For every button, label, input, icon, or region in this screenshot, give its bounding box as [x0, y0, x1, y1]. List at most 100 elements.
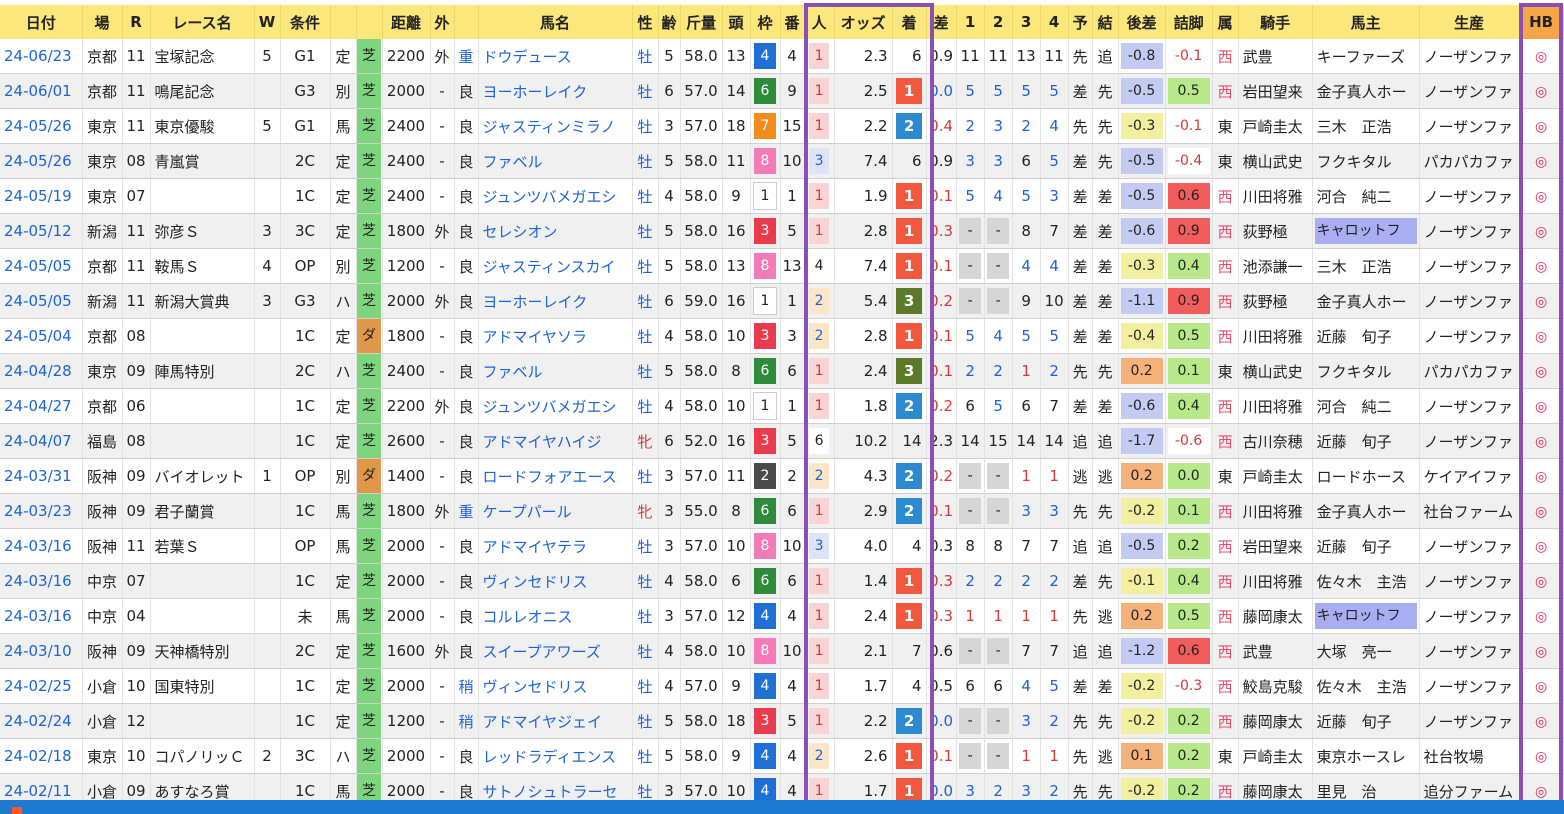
header-corner-3[interactable]: 3: [1012, 5, 1041, 39]
header-corner-4[interactable]: 4: [1040, 5, 1069, 39]
horse-name-link[interactable]: ヨーホーレイク: [478, 283, 633, 319]
race-date-link[interactable]: 24-04/07: [0, 423, 83, 459]
header-prediction[interactable]: 予: [1068, 5, 1093, 39]
header-distance[interactable]: 距離: [382, 5, 431, 39]
horse-name-link[interactable]: セレシオン: [478, 213, 633, 249]
header-diff[interactable]: 差: [926, 5, 957, 39]
race-date-link[interactable]: 24-05/05: [0, 283, 83, 319]
header-race-no[interactable]: R: [122, 5, 151, 39]
header-outer[interactable]: 外: [430, 5, 455, 39]
header-odds[interactable]: オッズ: [834, 5, 893, 39]
header-track[interactable]: [356, 5, 383, 39]
horse-name-link[interactable]: ジュンツバメガエシ: [478, 388, 633, 424]
table-row[interactable]: 24-05/04 京都 08 1C 定ダ 1800- 良アドマイヤソラ牡 4 58.0 10 3 3 2…: [0, 318, 1564, 354]
table-row[interactable]: 24-03/10 阪神 09 天神橋特別 2C 定芝 1600 外良スイープアワーズ牡 4 58.…: [0, 633, 1564, 669]
horse-name-link[interactable]: ケープパール: [478, 493, 633, 529]
race-date-link[interactable]: 24-05/12: [0, 213, 83, 249]
header-owner[interactable]: 馬主: [1312, 5, 1420, 39]
header-hb[interactable]: HB: [1519, 5, 1564, 39]
header-date[interactable]: 日付: [0, 5, 83, 39]
header-frame[interactable]: 枠: [750, 5, 781, 39]
race-date-link[interactable]: 24-06/01: [0, 73, 83, 109]
header-corner-1[interactable]: 1: [956, 5, 985, 39]
race-date-link[interactable]: 24-03/16: [0, 563, 83, 599]
table-row[interactable]: 24-05/12 新潟 11 弥彦Ｓ 3 3C 定芝 1800 外良セレシオン牡 5 58.0 16 3…: [0, 213, 1564, 249]
header-w[interactable]: W: [254, 5, 281, 39]
header-age[interactable]: 齢: [658, 5, 681, 39]
table-row[interactable]: 24-05/26 東京 08 青嵐賞 2C 定芝 2400- 良ファベル牡 5 58.0 11 8 10…: [0, 143, 1564, 179]
race-date-link[interactable]: 24-05/05: [0, 248, 83, 284]
header-going[interactable]: [454, 5, 479, 39]
horse-name-link[interactable]: コルレオニス: [478, 598, 633, 634]
race-date-link[interactable]: 24-06/23: [0, 39, 83, 74]
table-row[interactable]: 24-04/07 福島 08 1C 定芝 2600- 良アドマイヤハイジ牝 6 52.0 16 3 5…: [0, 423, 1564, 459]
header-sex[interactable]: 性: [632, 5, 659, 39]
race-date-link[interactable]: 24-02/18: [0, 738, 83, 774]
horse-name-link[interactable]: ヨーホーレイク: [478, 73, 633, 109]
table-row[interactable]: 24-03/31 阪神 09 バイオレット 1 OP 別ダ 1400- 良ロードフォアエース牡 3…: [0, 458, 1564, 494]
race-date-link[interactable]: 24-03/16: [0, 598, 83, 634]
table-row[interactable]: 24-04/27 京都 06 1C 定芝 2200 外良ジュンツバメガエシ牡 4 58.0 10 1…: [0, 388, 1564, 424]
table-row[interactable]: 24-02/25 小倉 10 国東特別 1C 定芝 2000- 稍ヴィンセドリス牡 4 57.0 9…: [0, 668, 1564, 704]
race-date-link[interactable]: 24-03/16: [0, 528, 83, 564]
table-row[interactable]: 24-03/16 阪神 11 若葉Ｓ OP 馬芝 2000- 良アドマイヤテラ牡 3 57.0 10…: [0, 528, 1564, 564]
bottom-scrollbar[interactable]: [0, 800, 1564, 814]
table-row[interactable]: 24-05/26 東京 11 東京優駿 5 G1 馬芝 2400- 良ジャスティンミラノ牡 3 57…: [0, 108, 1564, 144]
race-date-link[interactable]: 24-03/31: [0, 458, 83, 494]
table-row[interactable]: 24-03/16 中京 04 未馬芝 2000- 良コルレオニス牡 3 57.0 12 4 4 1 2.…: [0, 598, 1564, 634]
race-date-link[interactable]: 24-04/27: [0, 388, 83, 424]
corner-2: 5: [984, 388, 1013, 424]
horse-name-link[interactable]: アドマイヤハイジ: [478, 423, 633, 459]
header-horse-name[interactable]: 馬名: [478, 5, 633, 39]
header-affiliation[interactable]: 属: [1212, 5, 1239, 39]
race-date-link[interactable]: 24-02/24: [0, 703, 83, 739]
header-popularity[interactable]: 人: [804, 5, 835, 39]
horse-name-link[interactable]: アドマイヤソラ: [478, 318, 633, 354]
horse-name-link[interactable]: ロードフォアエース: [478, 458, 633, 494]
table-row[interactable]: 24-06/23 京都 11 宝塚記念 5 G1 定芝 2200 外重ドウデュース牡 5 58.0 1…: [0, 39, 1564, 74]
race-date-link[interactable]: 24-04/28: [0, 353, 83, 389]
header-number[interactable]: 番: [780, 5, 805, 39]
horse-name-link[interactable]: ヴィンセドリス: [478, 668, 633, 704]
horse-name-link[interactable]: アドマイヤテラ: [478, 528, 633, 564]
header-race-name[interactable]: レース名: [150, 5, 255, 39]
race-date-link[interactable]: 24-05/26: [0, 108, 83, 144]
horse-name-link[interactable]: ジュンツバメガエシ: [478, 178, 633, 214]
table-row[interactable]: 24-05/05 京都 11 鞍馬Ｓ 4 OP 別芝 1200- 良ジャスティンスカイ牡 5 58.…: [0, 248, 1564, 284]
horse-name-link[interactable]: スイープアワーズ: [478, 633, 633, 669]
table-row[interactable]: 24-05/19 東京 07 1C 定芝 2400- 良ジュンツバメガエシ牡 4 58.0 9 1 1…: [0, 178, 1564, 214]
horse-name-link[interactable]: ドウデュース: [478, 39, 633, 74]
table-row[interactable]: 24-05/05 新潟 11 新潟大賞典 3 G3 ハ芝 2000 外良ヨーホーレイク牡 6 59.…: [0, 283, 1564, 319]
header-late-diff[interactable]: 後差: [1118, 5, 1166, 39]
table-row[interactable]: 24-03/23 阪神 09 君子蘭賞 1C 馬芝 1800 外重ケープパール牝 3 55.0 8 6…: [0, 493, 1564, 529]
header-place[interactable]: 場: [82, 5, 123, 39]
horse-name-link[interactable]: レッドラディエンス: [478, 738, 633, 774]
header-breeder[interactable]: 生産: [1419, 5, 1520, 39]
table-row[interactable]: 24-02/24 小倉 12 1C 定芝 1200- 稍アドマイヤジェイ牡 5 58.0 18 3 5…: [0, 703, 1564, 739]
header-weight[interactable]: 斤量: [680, 5, 723, 39]
horse-name-link[interactable]: ヴィンセドリス: [478, 563, 633, 599]
race-date-link[interactable]: 24-05/04: [0, 318, 83, 354]
header-class[interactable]: 条件: [280, 5, 331, 39]
race-date-link[interactable]: 24-05/19: [0, 178, 83, 214]
table-row[interactable]: 24-03/16 中京 07 1C 定芝 2000- 良ヴィンセドリス牡 4 58.0 6 6 6 1 1…: [0, 563, 1564, 599]
header-closing[interactable]: 詰脚: [1165, 5, 1213, 39]
table-row[interactable]: 24-02/18 東京 10 コパノリッ​Ｃ 2 3C ハ芝 2000- 良レッドラディエンス牡…: [0, 738, 1564, 774]
header-outcome[interactable]: 結: [1092, 5, 1119, 39]
table-row[interactable]: 24-06/01 京都 11 鳴尾記念 G3 別芝 2000- 良ヨーホーレイク牡 6 57.0 1…: [0, 73, 1564, 109]
header-heads[interactable]: 頭: [722, 5, 751, 39]
header-result[interactable]: 着: [892, 5, 927, 39]
race-date-link[interactable]: 24-03/23: [0, 493, 83, 529]
horse-name-link[interactable]: アドマイヤジェイ: [478, 703, 633, 739]
header-jockey[interactable]: 騎手: [1238, 5, 1313, 39]
header-cond[interactable]: [330, 5, 357, 39]
race-date-link[interactable]: 24-03/10: [0, 633, 83, 669]
horse-name-link[interactable]: ファベル: [478, 143, 633, 179]
header-corner-2[interactable]: 2: [984, 5, 1013, 39]
table-row[interactable]: 24-04/28 東京 09 陣馬特別 2C ハ芝 2400- 良ファベル牡 5 58.0 8 6 6 1…: [0, 353, 1564, 389]
race-date-link[interactable]: 24-02/25: [0, 668, 83, 704]
horse-name-link[interactable]: ジャスティンスカイ: [478, 248, 633, 284]
horse-name-link[interactable]: ファベル: [478, 353, 633, 389]
horse-name-link[interactable]: ジャスティンミラノ: [478, 108, 633, 144]
race-date-link[interactable]: 24-05/26: [0, 143, 83, 179]
